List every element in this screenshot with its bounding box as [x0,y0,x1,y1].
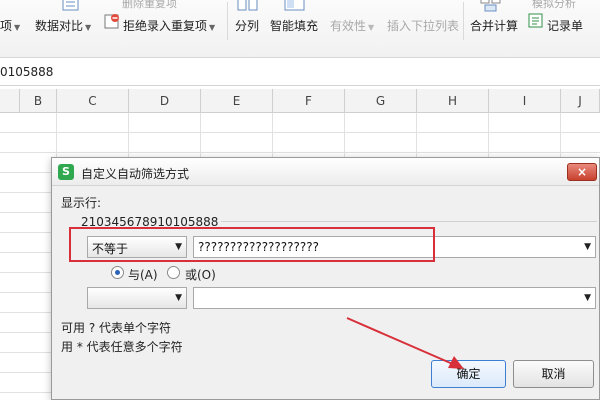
split-columns-label: 分列 [235,19,260,33]
insert-dropdown-list-label: 插入下拉列表 [387,19,460,33]
chevron-down-icon: ▼ [209,23,216,32]
custom-autofilter-dialog: S 自定义自动筛选方式 × 显示行: 210345678910105888 不等… [51,157,600,400]
show-rows-label: 显示行: [61,196,102,210]
partial-item-button[interactable]: 项 ▼ [0,17,20,34]
ribbon-divider [227,2,228,40]
split-columns-button[interactable]: 分列 [235,17,259,34]
condition2-operator-select[interactable]: ▼ [87,287,187,309]
data-compare-button[interactable]: 数据对比 ▼ [35,17,91,34]
record-sheet-button[interactable]: 记录单 [547,17,583,34]
reject-duplicates-label: 拒绝录入重复项 [123,19,208,33]
row-header-corner[interactable] [0,89,20,113]
column-header-label: E [232,94,241,108]
column-header-e[interactable]: E [201,89,273,113]
what-if-analysis-label: 模拟分析 [532,0,576,10]
dialog-title: 自定义自动筛选方式 [81,167,190,181]
smart-fill-button[interactable]: 智能填充 [270,17,318,34]
record-sheet-icon [528,13,543,28]
column-header-b[interactable]: B [20,89,57,113]
cancel-button[interactable]: 取消 [513,360,594,388]
data-compare-label: 数据对比 [35,19,84,33]
partial-item-label: 项 [0,19,13,33]
consolidate-icon [480,0,501,12]
ok-button-label: 确定 [456,367,481,381]
spreadsheet-app-icon: S [58,164,74,180]
reject-duplicates-icon [104,14,119,29]
column-header-label: F [305,94,312,108]
ribbon-divider [463,2,464,40]
or-radio[interactable] [167,266,180,279]
data-compare-icon [62,0,79,11]
remove-duplicates-button[interactable]: 删除重复项 [122,0,177,11]
column-header-label: H [447,94,458,108]
column-header-label: D [159,94,170,108]
chevron-down-icon: ▼ [175,293,182,303]
and-radio[interactable] [111,266,124,279]
chevron-down-icon: ▼ [85,23,92,32]
column-header-j[interactable]: J [561,89,600,113]
insert-dropdown-list-button[interactable]: 插入下拉列表 [387,17,459,34]
column-header-f[interactable]: F [273,89,345,113]
validity-label: 有效性 [330,19,367,33]
formula-bar-value: 0105888 [0,65,54,79]
column-header-i[interactable]: I [489,89,561,113]
what-if-analysis-button[interactable]: 模拟分析 [532,0,576,11]
close-button[interactable]: × [567,163,597,181]
column-header-label: G [375,94,386,108]
smart-fill-label: 智能填充 [270,19,319,33]
chevron-down-icon: ▼ [584,293,591,303]
column-header-label: J [578,94,582,108]
smart-fill-icon [284,0,305,11]
group-divider [221,221,597,222]
hint-multi-char: 用 * 代表任意多个字符 [61,340,183,354]
cancel-button-label: 取消 [541,367,566,381]
consolidate-button[interactable]: 合并计算 [470,17,518,34]
split-columns-icon [237,0,258,11]
chevron-down-icon: ▼ [14,23,21,32]
condition2-value-input[interactable]: ▼ [193,287,596,309]
ok-button[interactable]: 确定 [431,360,506,388]
red-highlight-box-annotation [69,227,435,262]
or-radio-label: 或(O) [185,268,216,282]
hint-single-char: 可用 ? 代表单个字符 [61,321,171,335]
chevron-down-icon: ▼ [584,242,591,252]
column-header-label: C [88,94,97,108]
column-header-c[interactable]: C [57,89,129,113]
column-header-d[interactable]: D [129,89,201,113]
reject-duplicates-button[interactable]: 拒绝录入重复项 ▼ [123,17,215,34]
column-header-label: B [33,94,43,108]
formula-bar[interactable]: 0105888 [0,58,600,86]
validity-button[interactable]: 有效性 ▼ [330,17,374,34]
chevron-down-icon: ▼ [368,23,375,32]
column-header-h[interactable]: H [417,89,489,113]
close-icon: × [576,165,588,179]
remove-duplicates-label: 删除重复项 [122,0,177,10]
consolidate-label: 合并计算 [470,19,519,33]
column-header-label: I [522,94,527,108]
dialog-titlebar[interactable]: S 自定义自动筛选方式 × [52,158,599,186]
ribbon-toolbar: 删除重复项 模拟分析 项 ▼ 数据对比 ▼ 拒绝录入重复项 ▼ 分列 智能填充 有效性… [0,0,600,58]
record-sheet-label: 记录单 [547,19,584,33]
and-radio-label: 与(A) [128,268,158,282]
column-header-g[interactable]: G [345,89,417,113]
